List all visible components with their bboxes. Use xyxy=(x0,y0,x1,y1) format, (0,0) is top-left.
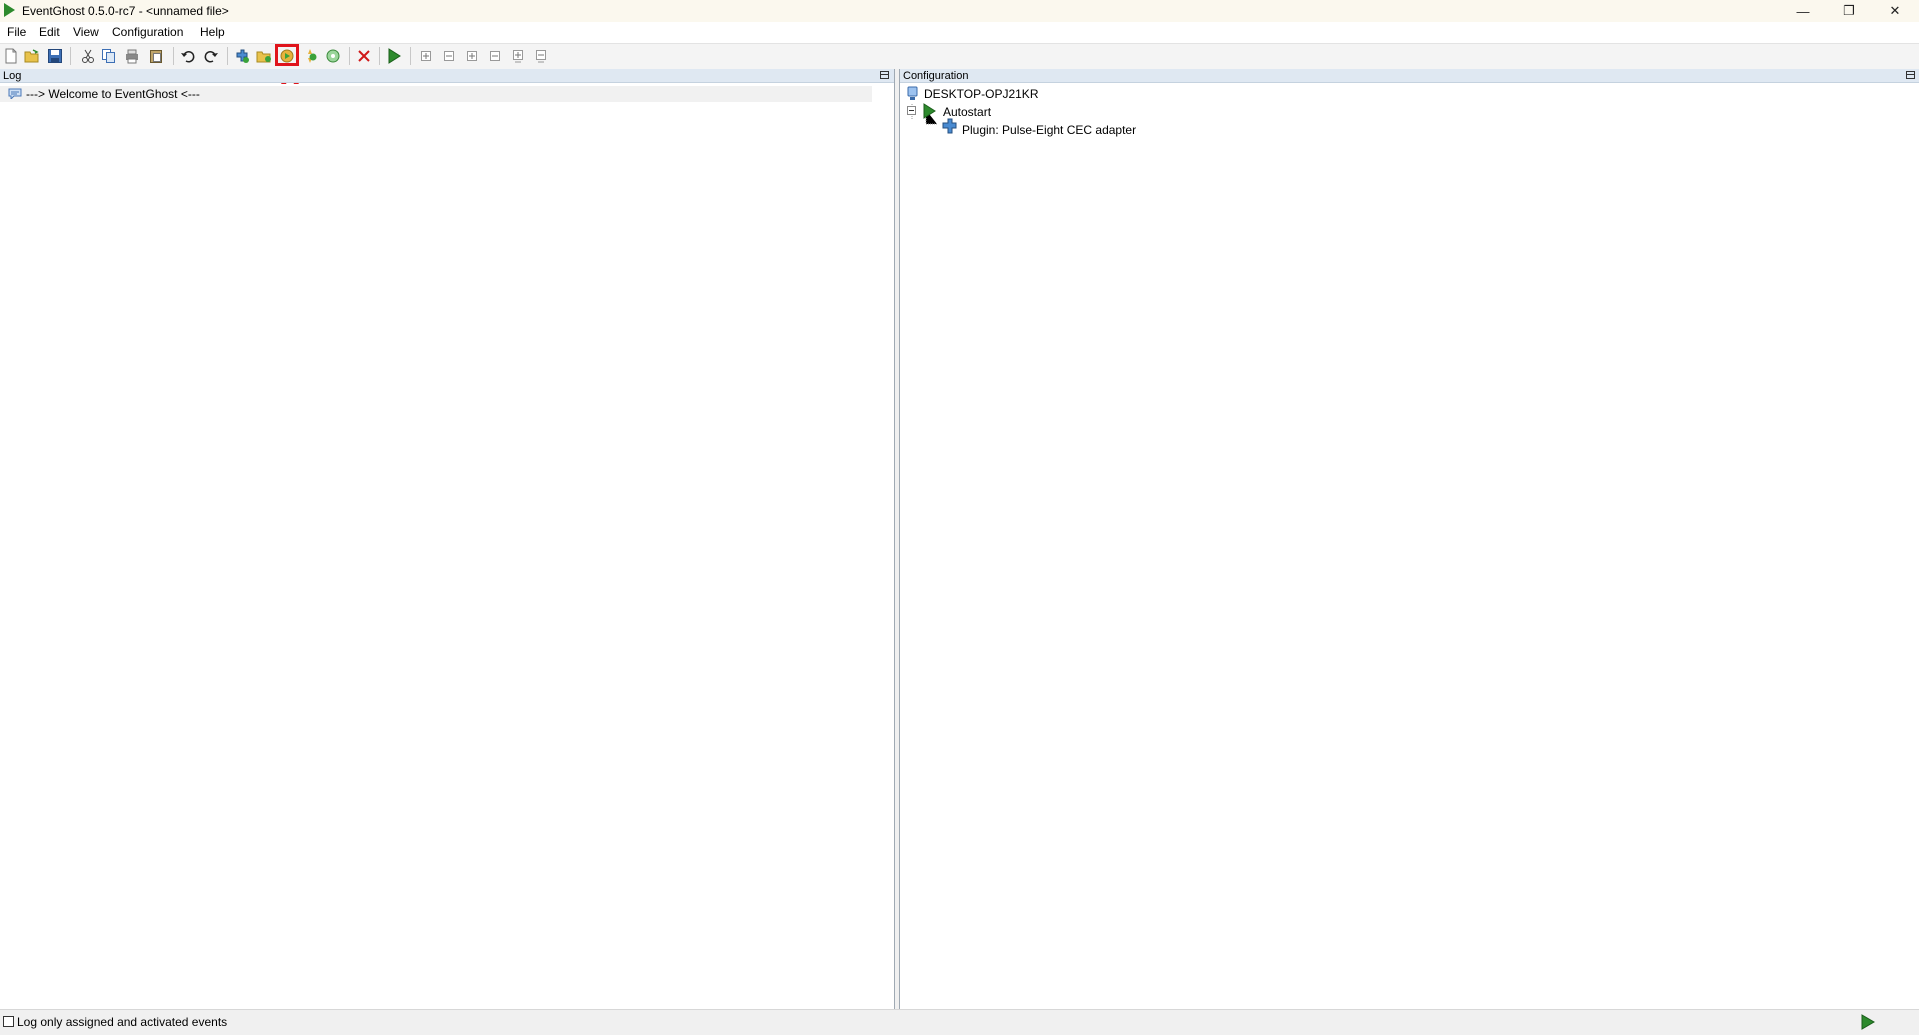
menu-bar: File Edit View Configuration Help xyxy=(0,22,1919,42)
collapse-children-icon[interactable] xyxy=(487,48,503,64)
configuration-header-title: Configuration xyxy=(903,70,969,82)
menu-edit[interactable]: Edit xyxy=(39,25,60,39)
log-list[interactable]: ---> Welcome to EventGhost <--- xyxy=(0,84,894,1009)
window-title: EventGhost 0.5.0-rc7 - <unnamed file> xyxy=(22,4,229,18)
menu-configuration[interactable]: Configuration xyxy=(112,25,183,39)
open-folder-icon[interactable] xyxy=(24,48,40,64)
pane-pin-icon[interactable] xyxy=(880,71,889,79)
python-icon[interactable] xyxy=(124,48,140,64)
computer-icon xyxy=(907,86,918,100)
menu-file[interactable]: File xyxy=(7,25,26,39)
toolbar-separator xyxy=(70,47,71,65)
copy-icon[interactable] xyxy=(101,48,117,64)
eventghost-app-icon xyxy=(4,3,15,17)
restore-button[interactable]: ❐ xyxy=(1826,0,1872,22)
collapse-all-icon[interactable] xyxy=(533,48,549,64)
highlight-box xyxy=(275,44,299,66)
log-only-label: Log only assigned and activated events xyxy=(17,1015,228,1029)
collapse-toggle-icon[interactable] xyxy=(907,106,917,116)
add-folder-icon[interactable] xyxy=(256,48,272,64)
configuration-header: Configuration xyxy=(900,69,1919,83)
add-event-icon[interactable] xyxy=(302,48,318,64)
expand-icon[interactable] xyxy=(418,48,434,64)
log-header: Log xyxy=(0,69,894,83)
configuration-panel: Configuration DESKTOP-OPJ21KR Autostart … xyxy=(899,69,1919,1009)
log-panel: Log ---> Welcome to EventGhost <--- xyxy=(0,69,895,1009)
execute-icon[interactable] xyxy=(386,48,402,64)
paste-icon[interactable] xyxy=(148,48,164,64)
autostart-icon xyxy=(923,103,936,119)
add-plugin-icon[interactable] xyxy=(234,48,250,64)
tree-node-autostart[interactable]: Autostart xyxy=(943,105,991,119)
status-bar: Log only assigned and activated events xyxy=(0,1009,1919,1035)
tree-node-root[interactable]: DESKTOP-OPJ21KR xyxy=(924,87,1038,101)
add-action-icon[interactable] xyxy=(325,48,341,64)
configuration-tree[interactable]: DESKTOP-OPJ21KR Autostart Plugin: Pulse-… xyxy=(900,84,1919,1009)
cut-icon[interactable] xyxy=(80,48,96,64)
pane-pin-icon[interactable] xyxy=(1906,71,1915,79)
expand-children-icon[interactable] xyxy=(464,48,480,64)
running-status-icon xyxy=(1861,1014,1875,1030)
plugin-icon xyxy=(942,118,957,134)
undo-icon[interactable] xyxy=(180,48,196,64)
title-bar: EventGhost 0.5.0-rc7 - <unnamed file> — … xyxy=(0,0,1919,22)
expand-all-icon[interactable] xyxy=(510,48,526,64)
delete-icon[interactable] xyxy=(356,48,372,64)
save-icon[interactable] xyxy=(47,48,63,64)
minimize-button[interactable]: — xyxy=(1780,0,1826,22)
log-entry[interactable]: ---> Welcome to EventGhost <--- xyxy=(0,86,872,102)
toolbar-separator xyxy=(349,47,350,65)
toolbar-separator xyxy=(173,47,174,65)
toolbar-separator xyxy=(410,47,411,65)
menu-view[interactable]: View xyxy=(73,25,99,39)
new-file-icon[interactable] xyxy=(3,48,19,64)
log-entry-text: ---> Welcome to EventGhost <--- xyxy=(26,87,200,101)
log-only-checkbox[interactable] xyxy=(3,1016,14,1027)
info-icon xyxy=(8,88,22,99)
close-button[interactable]: ✕ xyxy=(1872,0,1918,22)
log-header-title: Log xyxy=(3,70,22,82)
collapse-icon[interactable] xyxy=(441,48,457,64)
toolbar-separator xyxy=(379,47,380,65)
redo-icon[interactable] xyxy=(203,48,219,64)
menu-help[interactable]: Help xyxy=(200,25,225,39)
tree-node-plugin[interactable]: Plugin: Pulse-Eight CEC adapter xyxy=(962,123,1136,137)
toolbar-separator xyxy=(227,47,228,65)
